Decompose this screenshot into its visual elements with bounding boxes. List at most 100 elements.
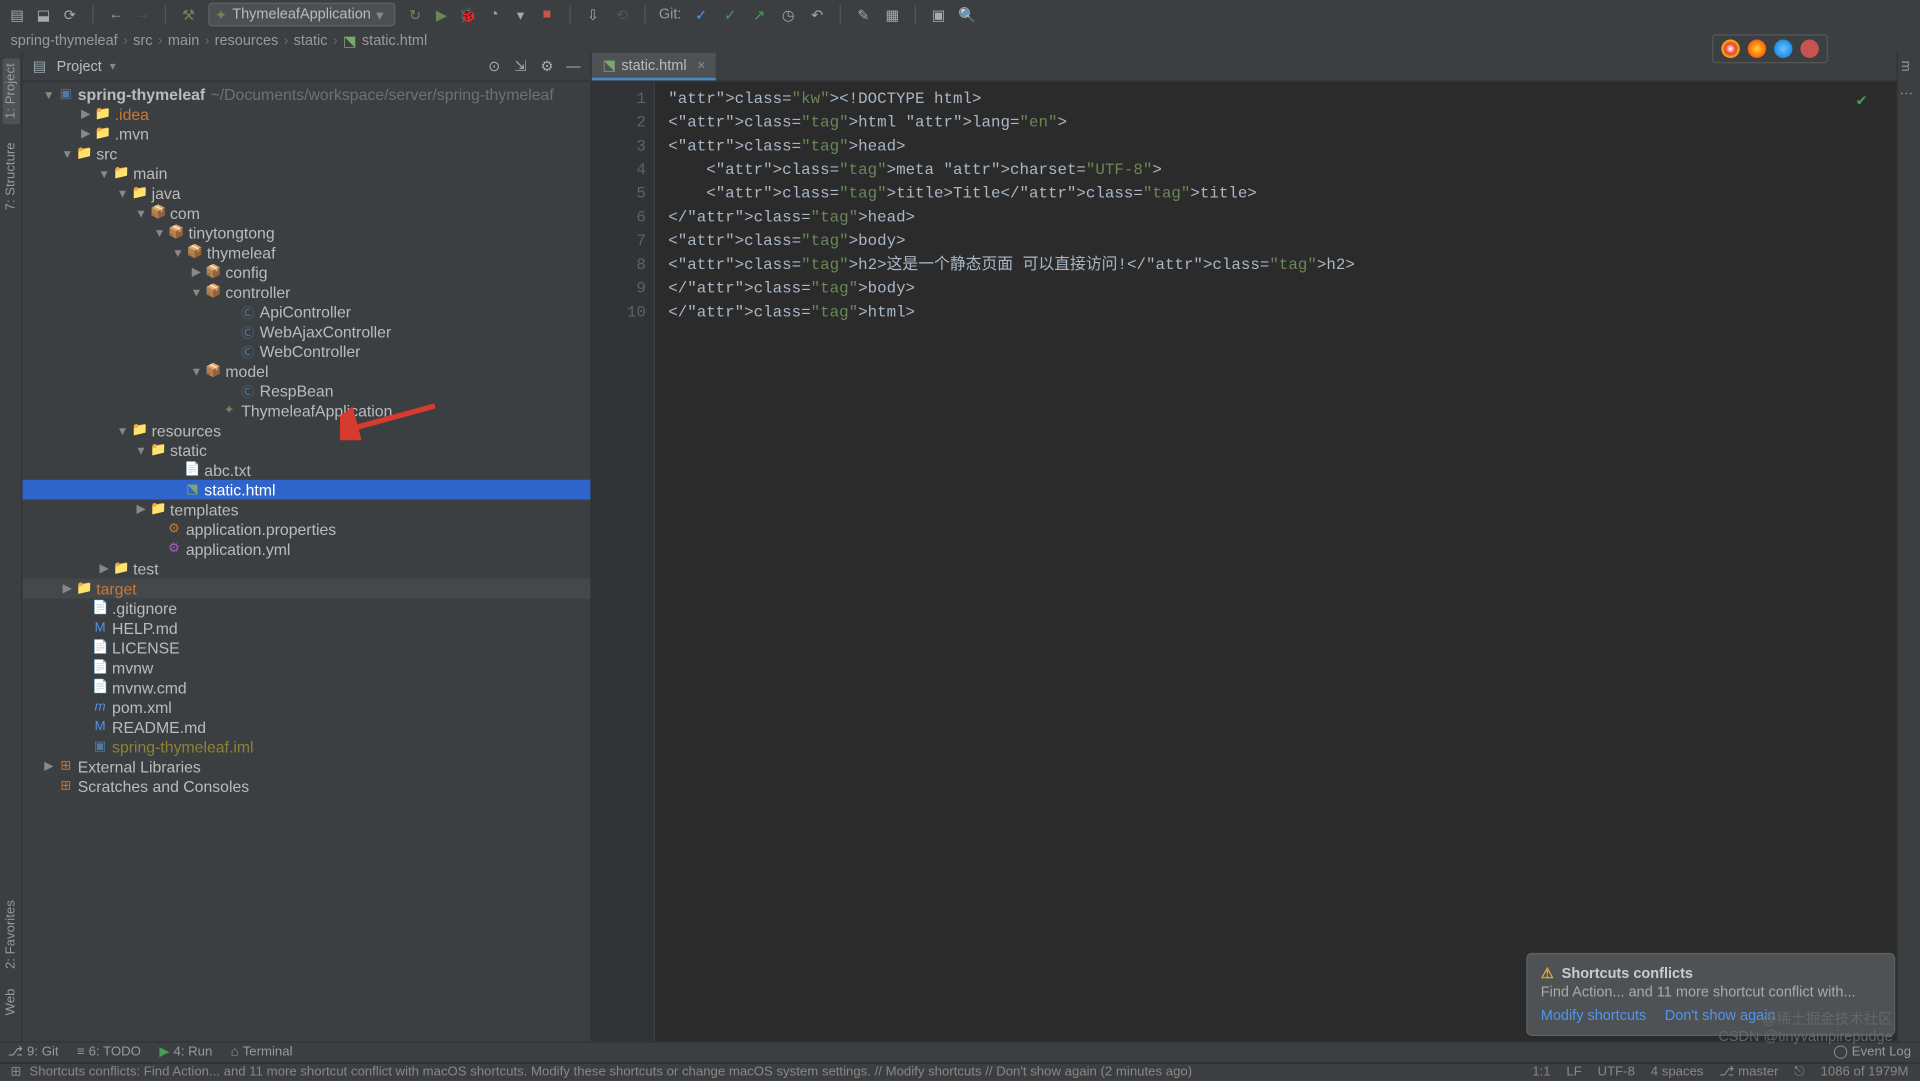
inspection-ok-icon[interactable]: ✔: [1855, 92, 1867, 109]
close-tab-icon[interactable]: ×: [697, 57, 705, 73]
main-toolbar: ▤ ⬓ ⟳ ← → ⚒ ✦ ThymeleafApplication ▾ ↻ ▶…: [0, 0, 1919, 29]
gear-icon[interactable]: ⚙: [538, 57, 556, 75]
hide-icon[interactable]: —: [564, 57, 582, 75]
tree-appprops[interactable]: ⚙application.properties: [22, 519, 590, 539]
back-icon[interactable]: ←: [107, 5, 125, 23]
codewithme-icon[interactable]: ▣: [929, 5, 947, 23]
tree-resources[interactable]: ▼📁resources: [22, 420, 590, 440]
crumb-root[interactable]: spring-thymeleaf: [11, 33, 118, 49]
git-tool-button[interactable]: ⎇9: Git: [8, 1045, 59, 1059]
tree-pom[interactable]: mpom.xml: [22, 697, 590, 717]
tree-appyml[interactable]: ⚙application.yml: [22, 539, 590, 559]
tree-target[interactable]: ▶📁target: [22, 579, 590, 599]
run-tool-button[interactable]: ▶4: Run: [159, 1045, 212, 1059]
event-log-button[interactable]: ◯ Event Log: [1833, 1045, 1911, 1059]
structure-tool-button[interactable]: 7: Structure: [3, 143, 17, 211]
tree-idea[interactable]: ▶📁.idea: [22, 104, 590, 124]
tree-src[interactable]: ▼📁src: [22, 144, 590, 164]
tree-mvn[interactable]: ▶📁.mvn: [22, 124, 590, 144]
rerun-icon[interactable]: ↻: [406, 5, 424, 23]
tree-webajax[interactable]: ⒸWebAjaxController: [22, 322, 590, 342]
tree-mvnwcmd[interactable]: 📄mvnw.cmd: [22, 677, 590, 697]
tree-templates[interactable]: ▶📁templates: [22, 500, 590, 520]
tree-statichtml[interactable]: ⬔static.html: [22, 480, 590, 500]
line-sep[interactable]: LF: [1566, 1065, 1581, 1079]
search-icon[interactable]: 🔍: [958, 5, 976, 23]
run-config-selector[interactable]: ✦ ThymeleafApplication ▾: [208, 3, 395, 27]
editor-body[interactable]: 12345678910 "attr">class="kw"><!DOCTYPE …: [592, 82, 1897, 1042]
save-icon[interactable]: ⬓: [34, 5, 52, 23]
tree-extlib[interactable]: ▶⊞External Libraries: [22, 757, 590, 777]
tree-java[interactable]: ▼📁java: [22, 183, 590, 203]
tree-webcontroller[interactable]: ⒸWebController: [22, 341, 590, 361]
tree-license[interactable]: 📄LICENSE: [22, 638, 590, 658]
lock-icon[interactable]: ⎋: [1794, 1065, 1804, 1079]
tree-readme[interactable]: MREADME.md: [22, 717, 590, 737]
tree-iml[interactable]: ▣spring-thymeleaf.iml: [22, 737, 590, 757]
tree-mvnw[interactable]: 📄mvnw: [22, 658, 590, 678]
web-tool-button[interactable]: Web: [3, 988, 17, 1015]
favorites-tool-button[interactable]: 2: Favorites: [3, 901, 17, 970]
terminal-tool-button[interactable]: ⌂Terminal: [231, 1045, 293, 1059]
coverage-icon[interactable]: ◔: [485, 5, 503, 23]
tree-app[interactable]: ✦ThymeleafApplication: [22, 401, 590, 421]
builtin-preview-icon[interactable]: [1800, 40, 1818, 58]
tree-scratch[interactable]: ⊞Scratches and Consoles: [22, 776, 590, 796]
profiler-icon[interactable]: ▾: [511, 5, 529, 23]
crumb-static[interactable]: static: [294, 33, 328, 49]
crumb-resources[interactable]: resources: [215, 33, 279, 49]
tree-static[interactable]: ▼📁static: [22, 440, 590, 460]
select-opened-icon[interactable]: ⊙: [485, 57, 503, 75]
stop-icon[interactable]: ■: [538, 5, 556, 23]
revert-icon[interactable]: ↶: [808, 5, 826, 23]
history-icon[interactable]: ◷: [779, 5, 797, 23]
tree-gitignore[interactable]: 📄.gitignore: [22, 598, 590, 618]
tree-model[interactable]: ▼📦model: [22, 361, 590, 381]
tree-abc[interactable]: 📄abc.txt: [22, 460, 590, 480]
forward-icon[interactable]: →: [133, 5, 151, 23]
project-tool-button[interactable]: 1: Project: [2, 58, 19, 124]
project-tree[interactable]: ▼▣spring-thymeleaf~/Documents/workspace/…: [22, 82, 590, 1042]
crumb-src[interactable]: src: [133, 33, 152, 49]
run-icon[interactable]: ▶: [432, 5, 450, 23]
expand-all-icon[interactable]: ⇲: [511, 57, 529, 75]
build-icon[interactable]: ⚒: [179, 5, 197, 23]
tree-root[interactable]: ▼▣spring-thymeleaf~/Documents/workspace/…: [22, 84, 590, 104]
dont-show-again-link[interactable]: Don't show again: [1665, 1008, 1776, 1024]
git-branch[interactable]: ⎇ master: [1719, 1065, 1778, 1079]
safari-icon[interactable]: [1774, 40, 1792, 58]
tree-tiny[interactable]: ▼📦tinytongtong: [22, 223, 590, 243]
chrome-icon[interactable]: [1721, 40, 1739, 58]
ant-tool-button[interactable]: ⋮: [1898, 87, 1912, 100]
mem-indicator[interactable]: 1086 of 1979M: [1821, 1065, 1909, 1079]
crumb-main[interactable]: main: [168, 33, 199, 49]
tree-config[interactable]: ▶📦config: [22, 262, 590, 282]
open-icon[interactable]: ▤: [8, 5, 26, 23]
tree-controller[interactable]: ▼📦controller: [22, 282, 590, 302]
sync-icon[interactable]: ⟳: [61, 5, 79, 23]
tools-icon[interactable]: ✎: [854, 5, 872, 23]
firefox-icon[interactable]: [1748, 40, 1766, 58]
encoding[interactable]: UTF-8: [1598, 1065, 1635, 1079]
caret-pos[interactable]: 1:1: [1532, 1065, 1550, 1079]
debug-icon[interactable]: 🐞: [459, 5, 477, 23]
tree-test[interactable]: ▶📁test: [22, 559, 590, 579]
tree-apicontroller[interactable]: ⒸApiController: [22, 302, 590, 322]
tree-respbean[interactable]: ⒸRespBean: [22, 381, 590, 401]
modify-shortcuts-link[interactable]: Modify shortcuts: [1541, 1008, 1647, 1024]
tree-help[interactable]: MHELP.md: [22, 618, 590, 638]
tree-thymeleaf[interactable]: ▼📦thymeleaf: [22, 243, 590, 263]
attach-icon[interactable]: ⇩: [584, 5, 602, 23]
todo-tool-button[interactable]: ≡6: TODO: [77, 1045, 141, 1059]
sync2-icon[interactable]: ⟲: [613, 5, 631, 23]
code-area[interactable]: "attr">class="kw"><!DOCTYPE html> <"attr…: [655, 82, 1897, 1042]
commit-icon[interactable]: ✓: [721, 5, 739, 23]
structure-icon[interactable]: ▦: [883, 5, 901, 23]
indent[interactable]: 4 spaces: [1651, 1065, 1704, 1079]
tree-com[interactable]: ▼📦com: [22, 203, 590, 223]
crumb-file[interactable]: ⬔static.html: [343, 32, 427, 49]
tree-main[interactable]: ▼📁main: [22, 163, 590, 183]
maven-tool-button[interactable]: m: [1898, 61, 1912, 72]
push-icon[interactable]: ↗: [750, 5, 768, 23]
update-icon[interactable]: ✓: [692, 5, 710, 23]
